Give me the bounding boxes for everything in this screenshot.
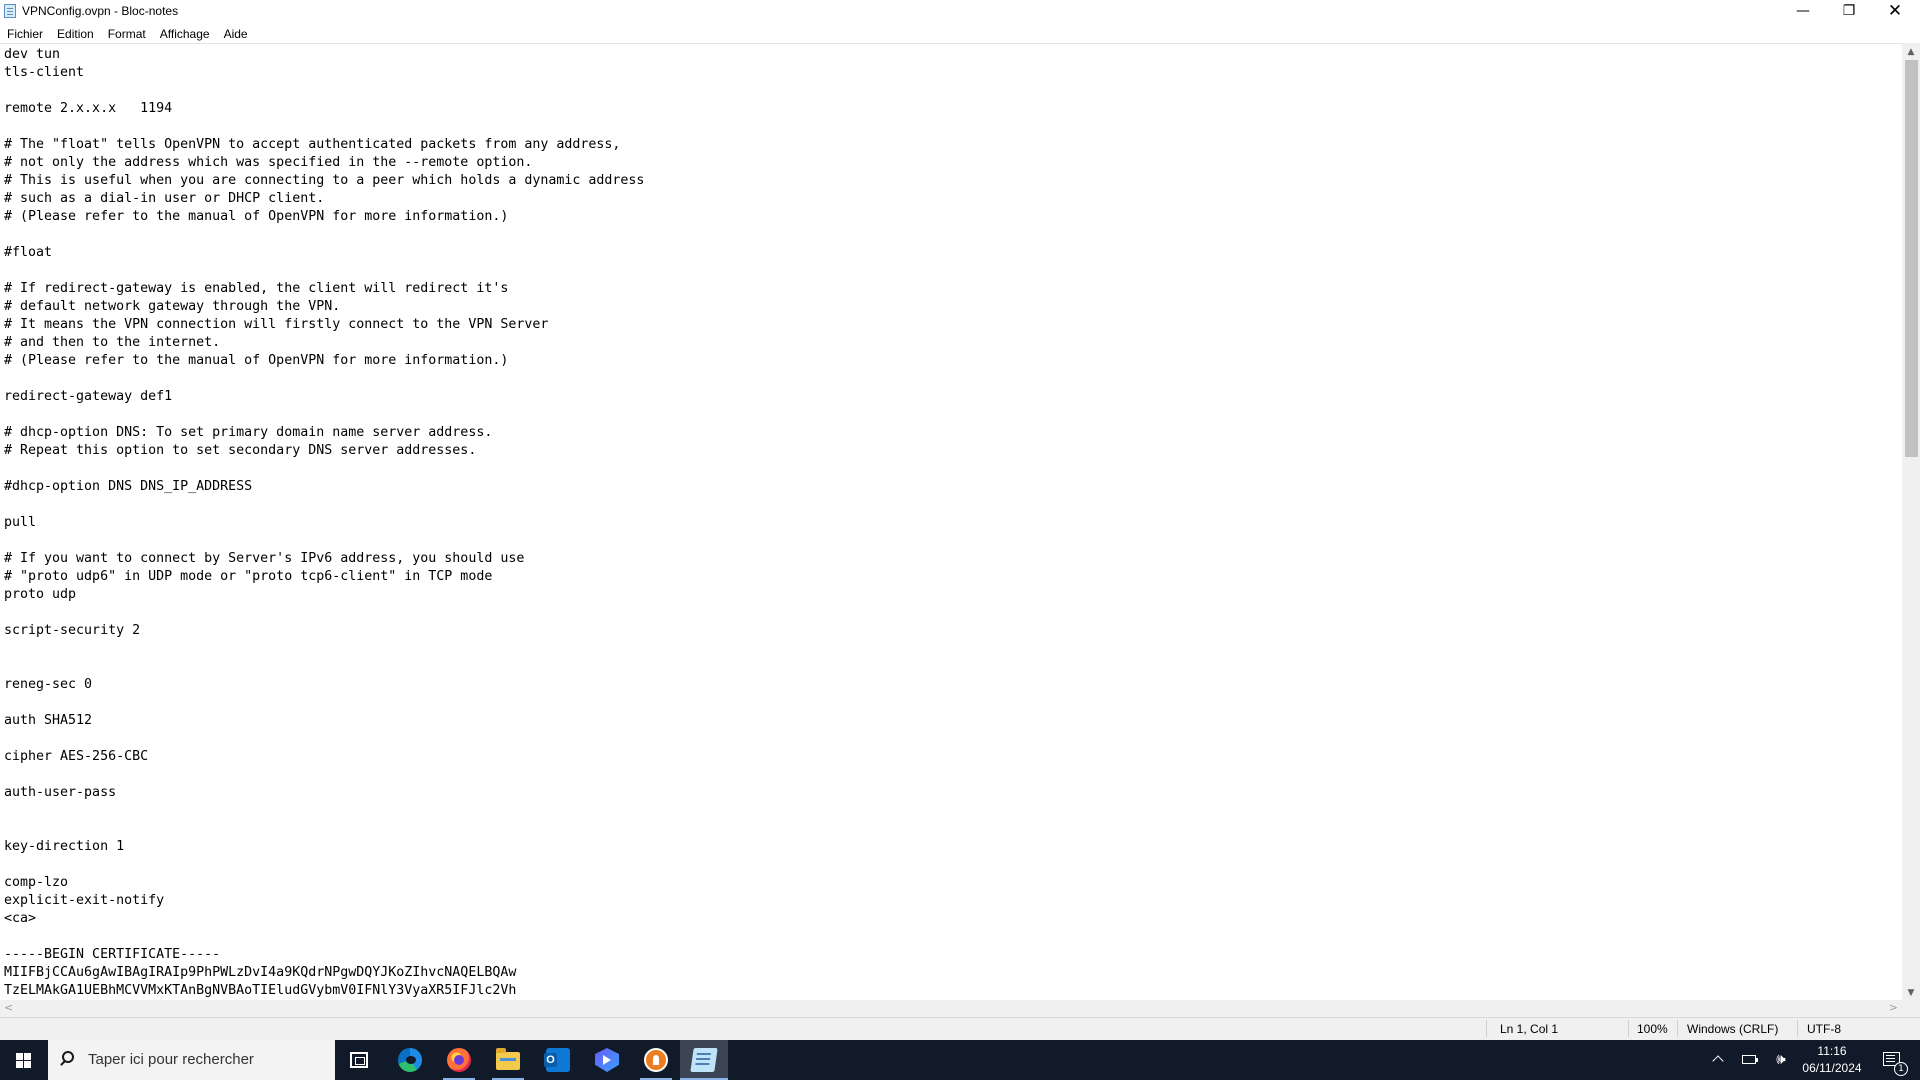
scroll-down-icon[interactable]: ▼: [1902, 988, 1920, 998]
outlook-icon: [544, 1048, 570, 1072]
taskbar-task-view[interactable]: [335, 1040, 383, 1080]
windows-logo-icon: [16, 1053, 31, 1068]
scroll-up-icon[interactable]: ▲: [1902, 47, 1920, 57]
status-separator: [1797, 1020, 1798, 1037]
openvpn-icon: [644, 1048, 668, 1072]
menu-bar: Fichier Edition Format Affichage Aide: [0, 24, 1920, 43]
clock-date: 06/11/2024: [1802, 1061, 1862, 1075]
notepad-app-icon: [4, 4, 16, 18]
taskbar-openvpn[interactable]: [632, 1040, 680, 1080]
encoding: UTF-8: [1807, 1022, 1841, 1036]
taskbar-outlook[interactable]: [534, 1040, 582, 1080]
file-explorer-icon: [496, 1048, 520, 1070]
status-separator: [1486, 1020, 1487, 1037]
search-icon: [62, 1051, 74, 1063]
task-view-icon: [350, 1052, 368, 1068]
notification-center-button[interactable]: 1: [1871, 1040, 1920, 1080]
restore-button[interactable]: ❐: [1826, 0, 1872, 24]
battery-icon[interactable]: [1739, 1040, 1763, 1080]
taskbar-search-box[interactable]: Taper ici pour rechercher: [48, 1040, 335, 1080]
menu-affichage[interactable]: Affichage: [153, 24, 217, 43]
taskbar-file-explorer[interactable]: [484, 1040, 532, 1080]
editor-content[interactable]: dev tun tls-client remote 2.x.x.x 1194 #…: [0, 44, 1902, 1000]
status-separator: [1677, 1020, 1678, 1037]
firefox-icon: [447, 1048, 471, 1072]
start-button[interactable]: [0, 1040, 48, 1080]
window-title: VPNConfig.ovpn - Bloc-notes: [22, 4, 179, 18]
vertical-scrollbar[interactable]: ▲ ▼: [1902, 43, 1920, 1000]
taskbar-firefox[interactable]: [435, 1040, 483, 1080]
horizontal-scrollbar[interactable]: < >: [0, 1000, 1902, 1017]
close-button[interactable]: ✕: [1872, 0, 1918, 24]
show-hidden-icons-chevron-icon[interactable]: [1706, 1040, 1730, 1080]
scroll-left-icon[interactable]: <: [4, 1001, 13, 1014]
taskbar-edge[interactable]: [386, 1040, 434, 1080]
volume-icon[interactable]: 🕪: [1769, 1040, 1793, 1080]
notification-count-badge: 1: [1894, 1062, 1908, 1076]
clock-time: 11:16: [1817, 1044, 1847, 1058]
zoom-level: 100%: [1637, 1022, 1668, 1036]
status-bar: Ln 1, Col 1 100% Windows (CRLF) UTF-8: [0, 1017, 1920, 1040]
text-editor[interactable]: dev tun tls-client remote 2.x.x.x 1194 #…: [0, 43, 1902, 1000]
taskbar: Taper ici pour rechercher 🕪 11:16 06/11/…: [0, 1040, 1920, 1080]
system-clock[interactable]: 11:16 06/11/2024: [1793, 1043, 1871, 1077]
menu-fichier[interactable]: Fichier: [0, 24, 50, 43]
search-placeholder: Taper ici pour rechercher: [88, 1051, 254, 1068]
scrollbar-corner: [1902, 1000, 1920, 1017]
taskbar-vpn-client[interactable]: [583, 1040, 631, 1080]
taskbar-notepad[interactable]: [680, 1040, 728, 1080]
menu-aide[interactable]: Aide: [217, 24, 255, 43]
scroll-right-icon[interactable]: >: [1889, 1001, 1898, 1014]
cursor-position: Ln 1, Col 1: [1500, 1022, 1559, 1036]
vertical-scroll-thumb[interactable]: [1905, 60, 1918, 457]
menu-edition[interactable]: Edition: [50, 24, 101, 43]
title-bar[interactable]: VPNConfig.ovpn - Bloc-notes — ❐ ✕: [0, 0, 1920, 24]
status-separator: [1628, 1020, 1629, 1037]
notepad-icon: [690, 1048, 718, 1072]
menu-format[interactable]: Format: [101, 24, 153, 43]
minimize-button[interactable]: —: [1780, 0, 1826, 24]
line-ending: Windows (CRLF): [1687, 1022, 1779, 1036]
vpn-shield-icon: [595, 1048, 619, 1072]
edge-icon: [398, 1048, 422, 1072]
